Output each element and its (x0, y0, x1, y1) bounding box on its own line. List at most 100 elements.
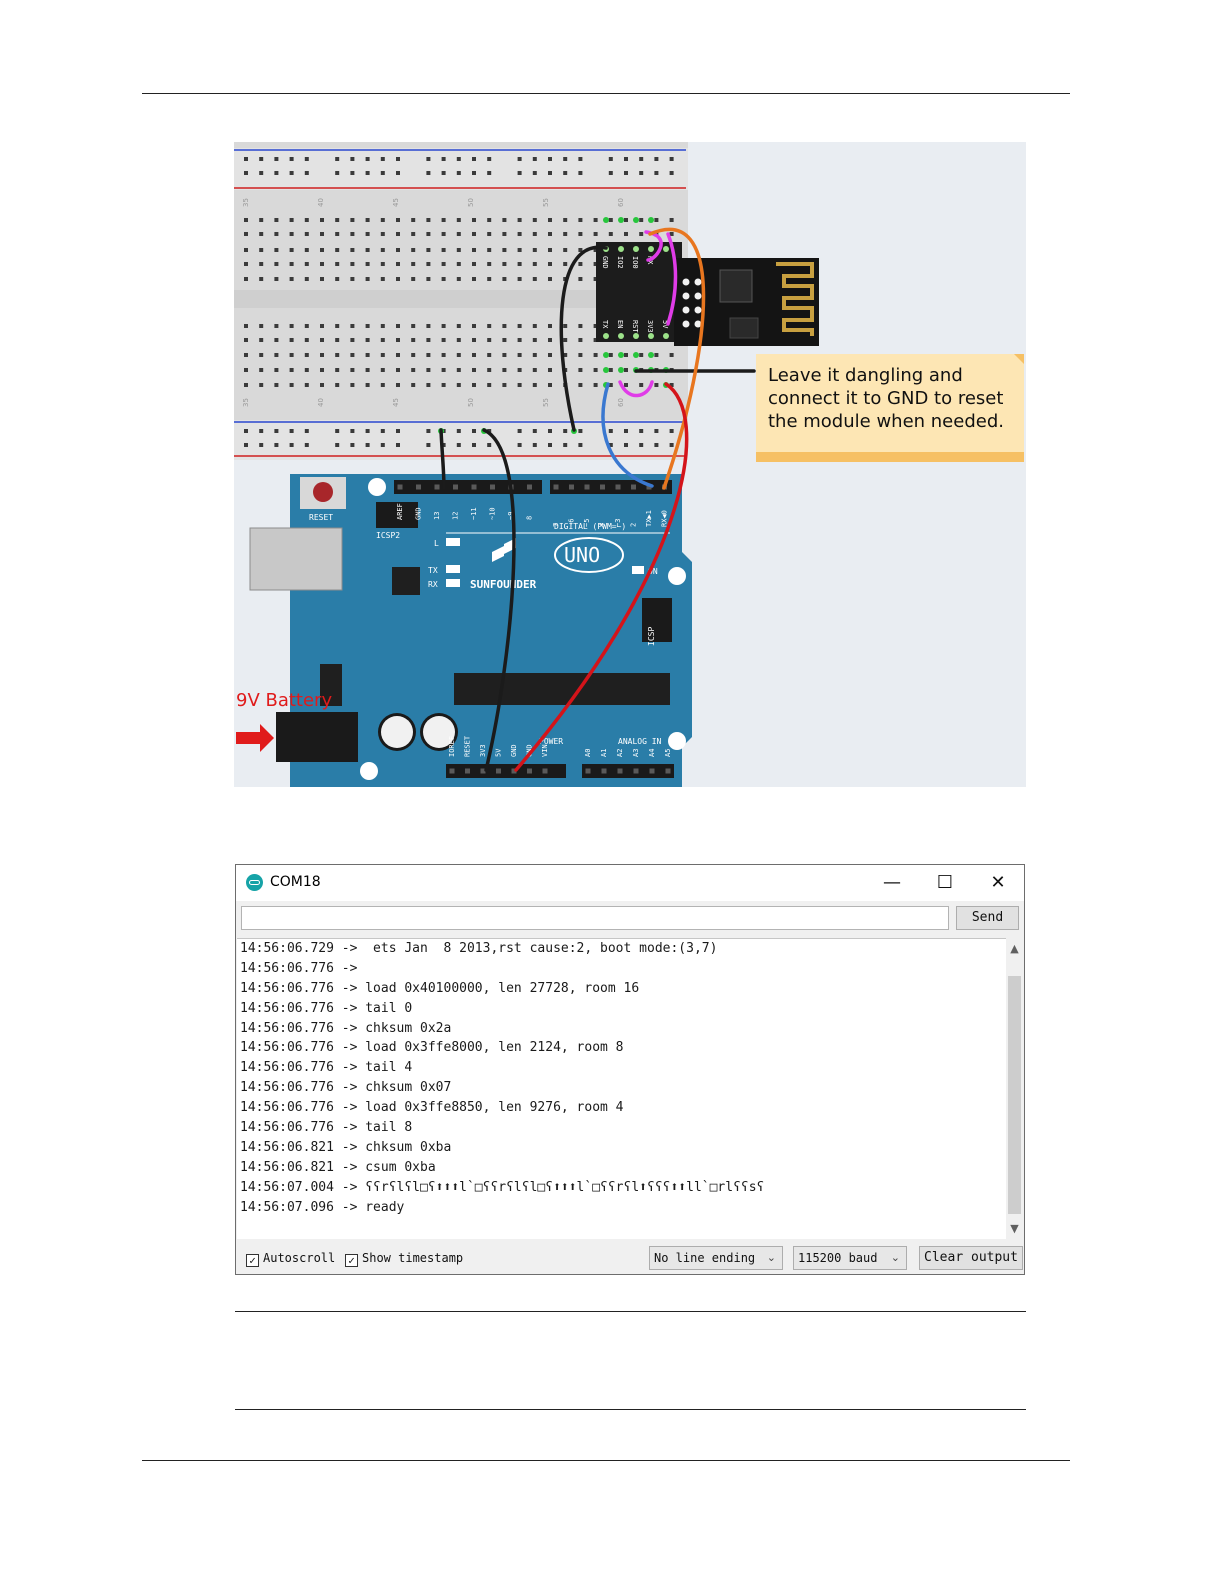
breadboard-hole (426, 262, 431, 266)
digital-header-right (550, 480, 672, 494)
serial-input[interactable] (241, 906, 949, 930)
breadboard-hole (472, 262, 476, 266)
breadboard-hole (320, 218, 324, 222)
breadboard-hole (289, 353, 294, 357)
analog-header (582, 764, 674, 778)
header-pin (615, 484, 621, 490)
breadboard-hole (274, 443, 279, 447)
breadboard-hole (563, 248, 568, 252)
esp-chip (719, 269, 753, 303)
breadboard-hole (593, 232, 598, 236)
line-ending-select[interactable]: No line ending ⌄ (649, 1246, 783, 1270)
active-hole (603, 367, 609, 373)
minimize-button[interactable]: — (869, 869, 915, 897)
breadboard-hole (517, 171, 522, 175)
header-pin (584, 484, 590, 490)
socket-pin (682, 278, 690, 286)
breadboard-hole (274, 248, 279, 252)
breadboard-hole (548, 324, 552, 328)
breadboard-hole (517, 383, 522, 387)
adapter-pin (603, 333, 609, 339)
maximize-button[interactable]: ☐ (922, 869, 968, 897)
breadboard-hole (396, 218, 400, 222)
breadboard-hole (244, 171, 248, 175)
header-pin (601, 768, 607, 774)
autoscroll-checkbox[interactable]: ✓ Autoscroll (246, 1250, 335, 1267)
breadboard-hole (548, 429, 552, 433)
breadboard-hole (365, 232, 370, 236)
breadboard-hole (608, 157, 613, 161)
breadboard-hole (304, 248, 309, 252)
output-scrollbar[interactable]: ▲ ▼ (1006, 938, 1023, 1239)
mount-hole (668, 567, 686, 585)
header-pin-label: GND (510, 744, 518, 757)
breadboard-hole (669, 429, 674, 433)
header-pin-label: ~3 (614, 519, 622, 527)
breadboard-hole (532, 443, 537, 447)
active-hole (648, 217, 654, 223)
breadboard-hole (335, 368, 340, 372)
header-pin (585, 768, 591, 774)
clear-output-button[interactable]: Clear output (919, 1246, 1023, 1270)
close-button[interactable]: ✕ (975, 869, 1021, 897)
column-number: 55 (542, 198, 550, 207)
breadboard-hole (654, 157, 659, 161)
serial-output[interactable]: 14:56:06.729 -> ets Jan 8 2013,rst cause… (237, 938, 1007, 1239)
breadboard-hole (487, 157, 492, 161)
breadboard-hole (335, 338, 340, 342)
header-pin-label: 4 (599, 523, 607, 527)
model-label: UNO (564, 543, 600, 567)
breadboard-hole (380, 232, 385, 236)
breadboard-hole (380, 353, 385, 357)
breadboard-hole (487, 277, 492, 281)
column-number: 45 (392, 398, 400, 407)
scroll-down-icon[interactable]: ▼ (1006, 1220, 1023, 1237)
breadboard-hole (548, 171, 552, 175)
chevron-down-icon: ⌄ (890, 1251, 900, 1264)
send-button[interactable]: Send (956, 906, 1019, 930)
timestamp-checkbox[interactable]: ✓ Show timestamp (345, 1250, 463, 1267)
column-number: 50 (467, 398, 475, 407)
breadboard-hole (502, 324, 507, 328)
breadboard-hole (441, 277, 446, 281)
adapter-pin (618, 246, 624, 252)
breadboard-hole (289, 157, 294, 161)
breadboard-hole (350, 443, 355, 447)
led-on (632, 566, 644, 574)
column-number: 45 (392, 198, 400, 207)
arduino-app-icon (246, 874, 263, 891)
breadboard-hole (472, 429, 476, 433)
breadboard-hole (380, 248, 385, 252)
breadboard-hole (259, 157, 264, 161)
atmega-chip (454, 673, 670, 705)
breadboard-hole (472, 248, 476, 252)
wiring-svg: 35 35 40 40 45 45 50 50 55 55 60 60 GND IO2 IO0 RX TX EN… (234, 142, 819, 787)
breadboard-hole (411, 324, 416, 328)
breadboard-hole (456, 443, 461, 447)
usb-port (249, 527, 343, 591)
breadboard-hole (487, 443, 492, 447)
breadboard-hole (472, 171, 476, 175)
scroll-up-icon[interactable]: ▲ (1006, 940, 1023, 957)
breadboard-hole (624, 383, 628, 387)
breadboard-hole (350, 232, 355, 236)
log-line: 14:56:06.776 -> tail 8 (240, 1120, 413, 1136)
scroll-thumb[interactable] (1008, 976, 1021, 1214)
breadboard-hole (654, 429, 659, 433)
socket-pin (682, 292, 690, 300)
breadboard-hole (624, 443, 628, 447)
baud-rate-select[interactable]: 115200 baud ⌄ (793, 1246, 907, 1270)
breadboard-hole (411, 232, 416, 236)
breadboard-hole (259, 324, 264, 328)
breadboard-hole (608, 232, 613, 236)
breadboard-hole (411, 277, 416, 281)
header-pin (471, 484, 477, 490)
breadboard-hole (517, 157, 522, 161)
breadboard-hole (624, 429, 628, 433)
breadboard-hole (578, 277, 583, 281)
breadboard-hole (639, 171, 644, 175)
breadboard-hole (259, 277, 264, 281)
breadboard-hole (365, 353, 370, 357)
breadboard-hole (289, 171, 294, 175)
breadboard-hole (289, 443, 294, 447)
